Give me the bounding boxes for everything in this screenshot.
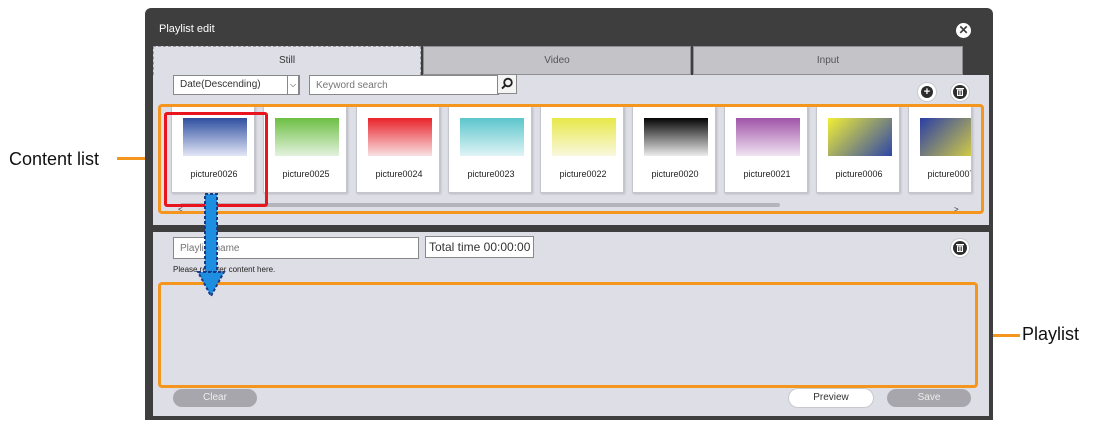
search-icon — [501, 77, 513, 90]
trash-icon — [953, 85, 967, 99]
tab-video[interactable]: Video — [423, 46, 691, 75]
total-time: Total time 00:00:00 — [425, 236, 535, 258]
add-content-button[interactable]: + — [918, 83, 936, 101]
chevron-down-icon[interactable]: ⌵ — [287, 75, 299, 95]
drag-down-arrow-icon — [196, 193, 226, 299]
save-button[interactable]: Save — [887, 389, 971, 407]
playlist-highlight — [158, 282, 978, 388]
delete-content-button[interactable] — [951, 83, 969, 101]
tab-still[interactable]: Still — [153, 46, 421, 75]
plus-circle-icon: + — [921, 86, 933, 98]
content-list-callout: Content list — [9, 149, 100, 169]
delete-playlist-button[interactable] — [951, 239, 969, 257]
preview-button[interactable]: Preview — [789, 389, 873, 407]
tab-input[interactable]: Input — [693, 46, 963, 75]
window-title: Playlist edit — [159, 23, 215, 35]
clear-button[interactable]: Clear — [173, 389, 257, 407]
playlist-callout: Playlist — [1022, 324, 1080, 344]
close-button[interactable]: ✕ — [956, 23, 971, 38]
keyword-search-input[interactable] — [309, 75, 499, 95]
sort-select-value: Date(Descending) — [180, 79, 261, 90]
sort-select[interactable]: Date(Descending) — [173, 75, 300, 95]
content-list-highlight — [158, 104, 984, 214]
search-button[interactable] — [497, 74, 517, 94]
trash-icon — [953, 241, 967, 255]
